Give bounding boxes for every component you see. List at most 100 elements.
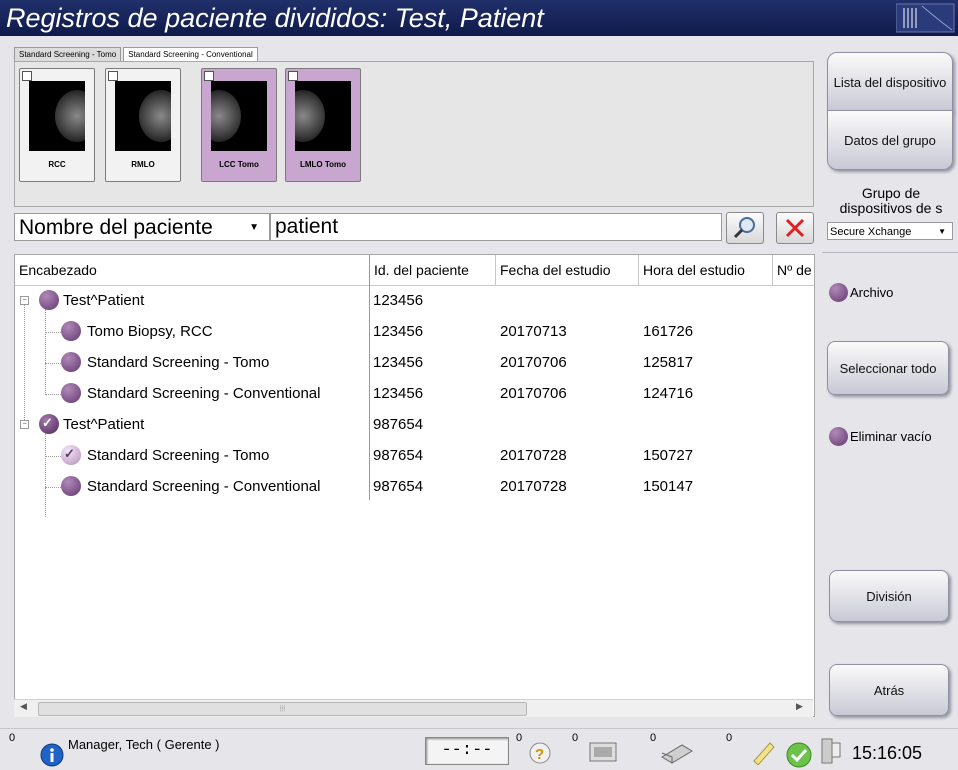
system-ok-icon[interactable] xyxy=(785,741,813,769)
notes-count: 0 xyxy=(726,732,733,744)
row-study-date: 20170706 xyxy=(500,354,567,371)
row-study-time: 161726 xyxy=(643,323,694,340)
search-icon xyxy=(733,217,755,239)
row-study-date: 20170728 xyxy=(500,447,567,464)
status-ball-icon xyxy=(61,476,81,496)
row-patient-id: 123456 xyxy=(373,354,424,371)
help-icon[interactable]: ? xyxy=(528,741,552,765)
checked-status-ball-icon: ✓ xyxy=(61,445,81,465)
close-icon xyxy=(785,218,805,238)
select-all-button[interactable]: Seleccionar todo xyxy=(827,341,949,395)
device-group-select[interactable]: Secure Xchange ▼ xyxy=(827,222,953,240)
row-patient-id: 123456 xyxy=(373,292,424,309)
row-name: Standard Screening - Conventional xyxy=(87,478,321,495)
clock: 15:16:05 xyxy=(852,743,923,763)
scroll-left-icon[interactable]: ◀ xyxy=(20,701,27,712)
row-name: Test^Patient xyxy=(63,292,145,309)
search-field-value: Nombre del paciente xyxy=(19,216,213,239)
column-header-patient-id[interactable]: Id. del paciente xyxy=(370,255,496,285)
mammogram-image xyxy=(29,81,85,151)
transfer-count: 0 xyxy=(572,732,579,744)
window-title: Registros de paciente divididos: Test, P… xyxy=(6,3,544,33)
split-button[interactable]: División xyxy=(829,570,949,622)
row-name: Standard Screening - Tomo xyxy=(87,447,270,464)
table-row[interactable]: − ✓ Test^Patient 987654 xyxy=(15,409,814,440)
row-name: Standard Screening - Conventional xyxy=(87,385,321,402)
mammogram-image xyxy=(295,81,351,151)
row-name: Standard Screening - Tomo xyxy=(87,354,270,371)
svg-text:?: ? xyxy=(535,746,544,763)
column-header-study-date[interactable]: Fecha del estudio xyxy=(496,255,639,285)
device-list-button[interactable]: Lista del dispositivo xyxy=(827,52,953,112)
thumbnail-checkbox[interactable] xyxy=(108,71,118,81)
back-button[interactable]: Atrás xyxy=(829,664,949,716)
group-data-button[interactable]: Datos del grupo xyxy=(827,110,953,170)
thumbnail-rcc[interactable]: RCC xyxy=(19,68,95,182)
search-button[interactable] xyxy=(726,212,764,244)
thumbnail-lmlo-tomo[interactable]: LMLO Tomo xyxy=(285,68,361,182)
current-user: Manager, Tech ( Gerente ) xyxy=(68,737,220,752)
tab-standard-screening-tomo[interactable]: Standard Screening - Tomo xyxy=(14,47,122,61)
thumbnail-label: RCC xyxy=(48,160,66,169)
title-bar: Registros de paciente divididos: Test, P… xyxy=(0,0,958,36)
thumbnail-rmlo[interactable]: RMLO xyxy=(105,68,181,182)
tab-standard-screening-conventional[interactable]: Standard Screening - Conventional xyxy=(123,47,258,61)
collapse-icon[interactable]: − xyxy=(20,420,29,429)
row-study-date: 20170713 xyxy=(500,323,567,340)
search-input[interactable] xyxy=(270,213,722,241)
row-name: Tomo Biopsy, RCC xyxy=(87,323,213,340)
thumbnail-checkbox[interactable] xyxy=(288,71,298,81)
status-bar: 0 Manager, Tech ( Gerente ) --:-- 0 ? 0 … xyxy=(0,728,958,770)
table-row[interactable]: Standard Screening - Tomo 123456 2017070… xyxy=(15,347,814,378)
info-icon[interactable] xyxy=(40,743,64,767)
table-row[interactable]: ✓ Standard Screening - Tomo 987654 20170… xyxy=(15,440,814,471)
row-study-date: 20170706 xyxy=(500,385,567,402)
thumbnail-pane: RCC RMLO LCC Tomo LMLO Tomo xyxy=(14,61,814,207)
divider xyxy=(822,252,958,253)
status-ball-icon xyxy=(61,321,81,341)
table-row[interactable]: Tomo Biopsy, RCC 123456 20170713 161726 xyxy=(15,316,814,347)
row-patient-id: 123456 xyxy=(373,323,424,340)
thumbnail-tabs: Standard Screening - Tomo Standard Scree… xyxy=(14,47,258,61)
row-patient-id: 987654 xyxy=(373,447,424,464)
column-header-encabezado[interactable]: Encabezado xyxy=(15,255,370,285)
search-field-select[interactable]: Nombre del paciente ▼ xyxy=(14,213,270,241)
archive-option[interactable]: Archivo xyxy=(829,283,893,302)
network-transfer-icon[interactable] xyxy=(588,739,622,765)
table-row[interactable]: Standard Screening - Conventional 123456… xyxy=(15,378,814,409)
hologic-logo-icon xyxy=(896,3,955,33)
clear-search-button[interactable] xyxy=(776,212,814,244)
row-study-date: 20170728 xyxy=(500,478,567,495)
row-study-time: 124716 xyxy=(643,385,694,402)
row-name: Test^Patient xyxy=(63,416,145,433)
patient-grid: Encabezado Id. del paciente Fecha del es… xyxy=(14,254,815,717)
row-study-time: 125817 xyxy=(643,354,694,371)
thumbnail-checkbox[interactable] xyxy=(204,71,214,81)
delete-empty-option[interactable]: Eliminar vacío xyxy=(829,427,932,446)
archive-label: Archivo xyxy=(850,285,894,300)
help-count: 0 xyxy=(516,732,523,744)
scroll-right-icon[interactable]: ▶ xyxy=(796,701,803,712)
delete-empty-label: Eliminar vacío xyxy=(850,429,932,444)
mammogram-image xyxy=(211,81,267,151)
horizontal-scrollbar[interactable]: ◀ ⦙⦙⦙ ▶ xyxy=(14,699,813,717)
print-queue-icon[interactable] xyxy=(658,739,696,765)
device-group-value: Secure Xchange xyxy=(830,226,912,238)
device-status-icon[interactable] xyxy=(818,737,844,767)
notes-icon[interactable] xyxy=(750,741,776,765)
mammogram-image xyxy=(115,81,171,151)
scrollbar-thumb[interactable]: ⦙⦙⦙ xyxy=(38,702,527,716)
thumbnail-label: LCC Tomo xyxy=(219,160,259,169)
column-header-number[interactable]: Nº de xyxy=(773,255,814,285)
collapse-icon[interactable]: − xyxy=(20,296,29,305)
table-row[interactable]: − Test^Patient 123456 xyxy=(15,285,814,316)
info-count: 0 xyxy=(9,732,16,744)
thumbnail-lcc-tomo[interactable]: LCC Tomo xyxy=(201,68,277,182)
status-ball-icon xyxy=(829,283,848,302)
column-header-study-time[interactable]: Hora del estudio xyxy=(639,255,773,285)
timer-display: --:-- xyxy=(425,737,509,765)
status-ball-icon xyxy=(61,352,81,372)
row-study-time: 150727 xyxy=(643,447,694,464)
thumbnail-checkbox[interactable] xyxy=(22,71,32,81)
table-row[interactable]: Standard Screening - Conventional 987654… xyxy=(15,471,814,502)
